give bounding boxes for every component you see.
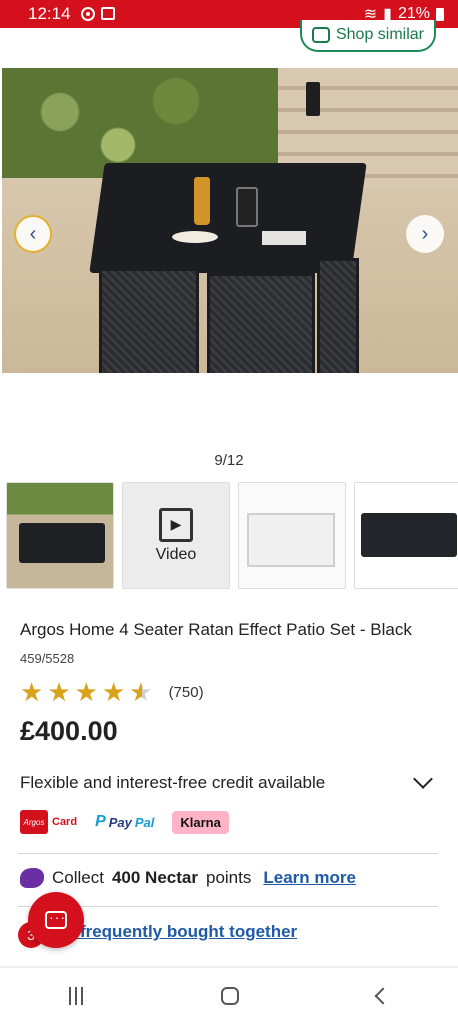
record-icon <box>80 7 95 21</box>
divider <box>18 853 438 854</box>
rattan-side <box>317 258 359 373</box>
nectar-suffix: points <box>205 868 252 887</box>
juice-jug <box>194 177 210 225</box>
product-sku: 459/5528 <box>20 651 75 666</box>
shop-similar-label: Shop similar <box>335 26 424 43</box>
thumbnail-strip[interactable]: ▶ Video <box>6 482 458 589</box>
plate <box>172 231 218 243</box>
chat-button[interactable] <box>28 892 84 948</box>
shop-similar-button[interactable]: Shop similar <box>299 20 436 52</box>
paypal-label-b: Pal <box>134 814 155 830</box>
star-icon: ★ <box>101 677 126 707</box>
paypal-label-a: Pay <box>108 814 132 830</box>
status-left-icons <box>80 7 115 21</box>
product-title-block: Argos Home 4 Seater Ratan Effect Patio S… <box>20 616 420 673</box>
image-counter: 9/12 <box>214 452 244 469</box>
product-main-image[interactable]: ‹ › <box>2 68 458 373</box>
back-button[interactable] <box>374 987 392 1005</box>
cafetiere <box>236 187 258 227</box>
credit-accordion[interactable]: Flexible and interest-free credit availa… <box>20 769 438 793</box>
klarna-logo: Klarna <box>172 810 229 834</box>
payment-logos: Argos Card P Pay Pal Klarna <box>20 810 229 834</box>
chat-icon <box>45 909 67 929</box>
star-icon: ★ <box>47 677 71 707</box>
paypal-logo: P Pay Pal <box>95 813 154 831</box>
review-count[interactable]: (750) <box>169 684 204 701</box>
chevron-left-icon: ‹ <box>29 222 37 245</box>
gallery-next-button[interactable]: › <box>406 215 444 253</box>
thumbnail-video[interactable]: ▶ Video <box>122 482 230 589</box>
product-price: £400.00 <box>20 716 118 746</box>
chevron-down-icon[interactable] <box>413 769 433 789</box>
nectar-prefix: Collect <box>52 868 104 887</box>
video-label: Video <box>155 545 197 563</box>
visual-search-icon <box>311 27 330 43</box>
argos-card-label: Card <box>52 816 78 828</box>
status-time: 12:14 <box>28 4 71 23</box>
chevron-right-icon: › <box>421 222 429 245</box>
nectar-points: 400 Nectar <box>111 868 198 887</box>
frequently-bought-link[interactable]: w frequently bought together <box>62 922 297 942</box>
argos-card-logo: Argos Card <box>20 810 77 834</box>
product-title: Argos Home 4 Seater Ratan Effect Patio S… <box>20 620 412 639</box>
recent-apps-button[interactable] <box>69 987 83 1005</box>
home-button[interactable] <box>221 987 239 1005</box>
argos-badge: Argos <box>20 810 48 834</box>
rattan-chair-right <box>207 273 315 373</box>
rattan-chair-left <box>99 268 199 373</box>
star-icon: ★ <box>20 677 44 707</box>
rating[interactable]: ★ ★ ★ ★ ★ (750) <box>20 678 204 706</box>
play-icon: ▶ <box>159 507 193 542</box>
gallery-icon <box>100 7 115 20</box>
nectar-icon <box>20 868 44 888</box>
nectar-row: Collect 400 Nectar points Learn more <box>20 868 356 888</box>
gallery-prev-button[interactable]: ‹ <box>14 215 52 253</box>
thumbnail-1[interactable] <box>6 482 114 589</box>
books <box>262 231 306 245</box>
hedge-background <box>2 68 292 178</box>
system-nav-bar <box>0 968 458 1024</box>
star-icon: ★ <box>74 677 98 707</box>
table-props <box>172 173 312 253</box>
half-star-icon: ★ <box>129 677 153 707</box>
learn-more-link[interactable]: Learn more <box>263 868 356 888</box>
thumbnail-3[interactable] <box>238 482 346 589</box>
thumbnail-4[interactable] <box>354 482 458 589</box>
battery-icon <box>436 7 444 21</box>
paypal-icon: P <box>95 813 106 830</box>
lantern <box>306 82 320 116</box>
credit-text: Flexible and interest-free credit availa… <box>20 773 326 792</box>
